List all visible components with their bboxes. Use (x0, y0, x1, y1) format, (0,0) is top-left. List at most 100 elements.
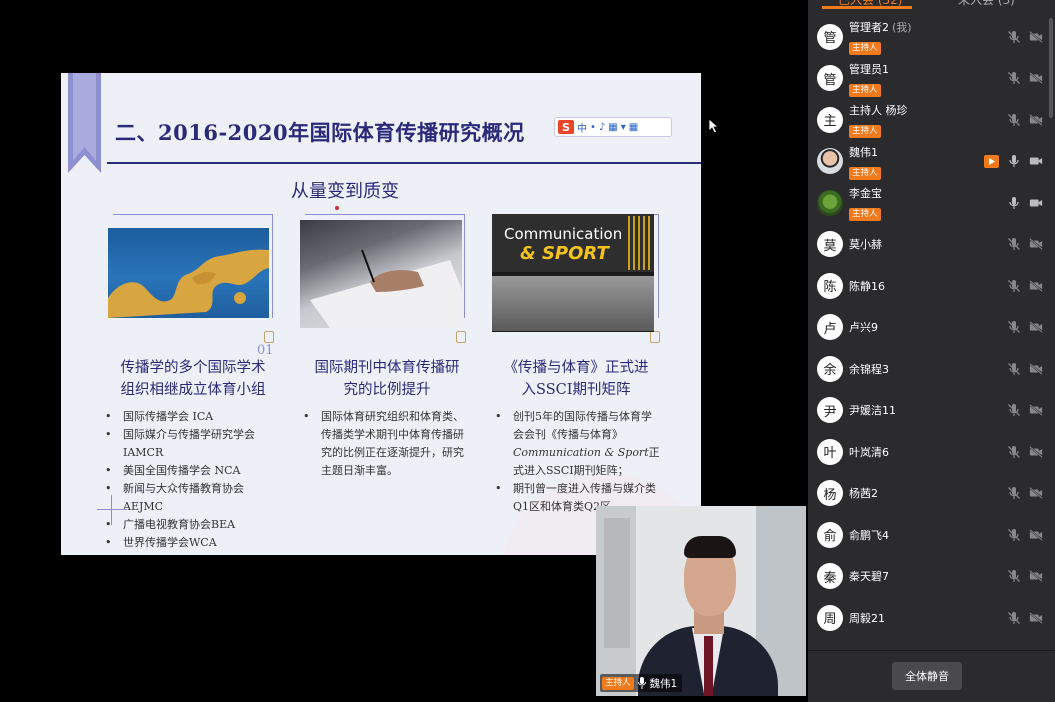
camera-off-icon[interactable] (1029, 113, 1043, 127)
avatar[interactable]: 主 (817, 106, 843, 133)
participant-row[interactable]: 魏伟1 主持人 (808, 141, 1055, 183)
avatar[interactable]: 周 (817, 604, 843, 631)
presenter-hair (684, 536, 736, 558)
microphone-muted-icon[interactable] (1007, 71, 1021, 85)
participant-row[interactable]: 管管理员1 主持人 (808, 58, 1055, 100)
camera-icon[interactable] (1029, 154, 1043, 168)
microphone-muted-icon[interactable] (1007, 362, 1021, 376)
microphone-muted-icon[interactable] (1007, 113, 1021, 127)
participant-status-icons (1007, 320, 1043, 334)
camera-off-icon[interactable] (1029, 569, 1043, 583)
avatar[interactable]: 尹 (817, 397, 843, 424)
microphone-muted-icon[interactable] (1007, 528, 1021, 542)
microphone-muted-icon[interactable] (1007, 445, 1021, 459)
participant-row[interactable]: 余余锦程3 (808, 348, 1055, 390)
panel-footer: 全体静音 (808, 650, 1055, 702)
participant-status-icons (984, 154, 1043, 168)
camera-off-icon[interactable] (1029, 279, 1043, 293)
camera-off-icon[interactable] (1029, 237, 1043, 251)
journal-name-italic: Communication & Sport (513, 446, 649, 459)
mouse-cursor-icon (708, 118, 720, 134)
participant-row[interactable]: 俞俞鹏飞4 (808, 514, 1055, 556)
ime-mode-chinese[interactable]: 中 (577, 120, 587, 135)
avatar[interactable]: 卢 (817, 314, 843, 341)
column-3-bullet-list: 创刊5年的国际传播与体育学会会刊《传播与体育》 Communication & S… (493, 408, 661, 516)
column-2-heading-line-2: 究的比例提升 (343, 382, 431, 398)
avatar[interactable]: 俞 (817, 521, 843, 548)
ime-punctuation-icon[interactable]: • (590, 122, 596, 133)
camera-icon[interactable] (1029, 196, 1043, 210)
avatar[interactable]: 管 (817, 65, 843, 92)
avatar[interactable] (817, 189, 843, 216)
avatar[interactable]: 叶 (817, 438, 843, 465)
participant-name-block: 主持人 杨珍 主持人 (849, 103, 908, 138)
microphone-muted-icon[interactable] (1007, 279, 1021, 293)
microphone-muted-icon[interactable] (1007, 237, 1021, 251)
camera-off-icon[interactable] (1029, 30, 1043, 44)
microphone-muted-icon[interactable] (1007, 30, 1021, 44)
camera-off-icon[interactable] (1029, 403, 1043, 417)
participant-row[interactable]: 卢卢兴9 (808, 307, 1055, 349)
participant-name: 秦天碧7 (849, 570, 889, 584)
list-item: 世界传播学会WCA (103, 534, 278, 552)
ime-skin-icon[interactable]: ▾ (621, 122, 626, 133)
avatar[interactable]: 余 (817, 355, 843, 382)
participant-tabs: 已入会 (32) 未入会 (3) (808, 0, 1055, 10)
mute-all-button[interactable]: 全体静音 (892, 662, 962, 690)
ime-toolbar[interactable]: S 中 • ♪ ▦ ▾ ▦ (554, 117, 672, 137)
avatar[interactable]: 秦 (817, 563, 843, 590)
presenter-video-tile[interactable]: 主持人 魏伟1 (596, 506, 806, 696)
sogou-ime-logo-icon[interactable]: S (558, 120, 574, 134)
column-number: 01 (257, 343, 274, 358)
world-map-image (108, 228, 269, 318)
microphone-muted-icon[interactable] (1007, 486, 1021, 500)
camera-off-icon[interactable] (1029, 486, 1043, 500)
participant-name-block: 李金宝 主持人 (849, 186, 882, 221)
participant-row[interactable]: 叶叶岚清6 (808, 431, 1055, 473)
ime-toolbox-icon[interactable]: ▦ (629, 122, 638, 133)
microphone-icon[interactable] (1007, 196, 1021, 210)
avatar[interactable]: 莫 (817, 231, 843, 258)
participant-row[interactable]: 秦秦天碧7 (808, 556, 1055, 598)
participant-status-icons (1007, 445, 1043, 459)
participant-row[interactable]: 周周毅21 (808, 597, 1055, 639)
participant-status-icons (1007, 30, 1043, 44)
avatar[interactable]: 杨 (817, 480, 843, 507)
microphone-icon (637, 677, 646, 689)
microphone-muted-icon[interactable] (1007, 403, 1021, 417)
participant-row[interactable]: 管管理者2 (我) 主持人 (808, 16, 1055, 58)
presentation-slide: 二、2016-2020年国际体育传播研究概况 S 中 • ♪ ▦ ▾ ▦ 从量变… (61, 73, 701, 555)
camera-off-icon[interactable] (1029, 320, 1043, 334)
avatar[interactable]: 陈 (817, 272, 843, 299)
participant-row[interactable]: 杨杨茜2 (808, 473, 1055, 515)
participant-row[interactable]: 陈陈静16 (808, 265, 1055, 307)
journal-title-line-2: & SPORT (520, 243, 609, 264)
participant-name-block: 魏伟1 主持人 (849, 145, 881, 180)
host-badge: 主持人 (849, 208, 881, 221)
ime-voice-icon[interactable]: ♪ (599, 122, 605, 133)
column-3-heading-line-1: 《传播与体育》正式进 (503, 360, 649, 376)
participant-row[interactable]: 李金宝 主持人 (808, 182, 1055, 224)
participant-name-text: 魏伟1 (849, 145, 878, 159)
camera-off-icon[interactable] (1029, 445, 1043, 459)
avatar[interactable]: 管 (817, 23, 843, 50)
microphone-muted-icon[interactable] (1007, 569, 1021, 583)
ime-keyboard-icon[interactable]: ▦ (608, 122, 617, 133)
journal-cover-photo (492, 276, 654, 331)
camera-off-icon[interactable] (1029, 611, 1043, 625)
tab-not-joined[interactable]: 未入会 (3) (958, 0, 1015, 8)
participant-name-text: 李金宝 (849, 187, 882, 200)
avatar[interactable] (817, 148, 843, 175)
participant-row[interactable]: 尹尹媛洁11 (808, 390, 1055, 432)
microphone-muted-icon[interactable] (1007, 611, 1021, 625)
microphone-muted-icon[interactable] (1007, 320, 1021, 334)
camera-off-icon[interactable] (1029, 71, 1043, 85)
host-badge: 主持人 (849, 166, 881, 180)
microphone-icon[interactable] (1007, 154, 1021, 168)
camera-off-icon[interactable] (1029, 362, 1043, 376)
participant-row[interactable]: 莫莫小赫 (808, 224, 1055, 266)
participant-row[interactable]: 主主持人 杨珍 主持人 (808, 99, 1055, 141)
list-item: 国际体育研究组织和体育类、传播类学术期刊中体育传播研究的比例正在逐渐提升，研究主… (301, 408, 473, 480)
camera-off-icon[interactable] (1029, 528, 1043, 542)
participant-name: 魏伟1 (849, 145, 881, 160)
